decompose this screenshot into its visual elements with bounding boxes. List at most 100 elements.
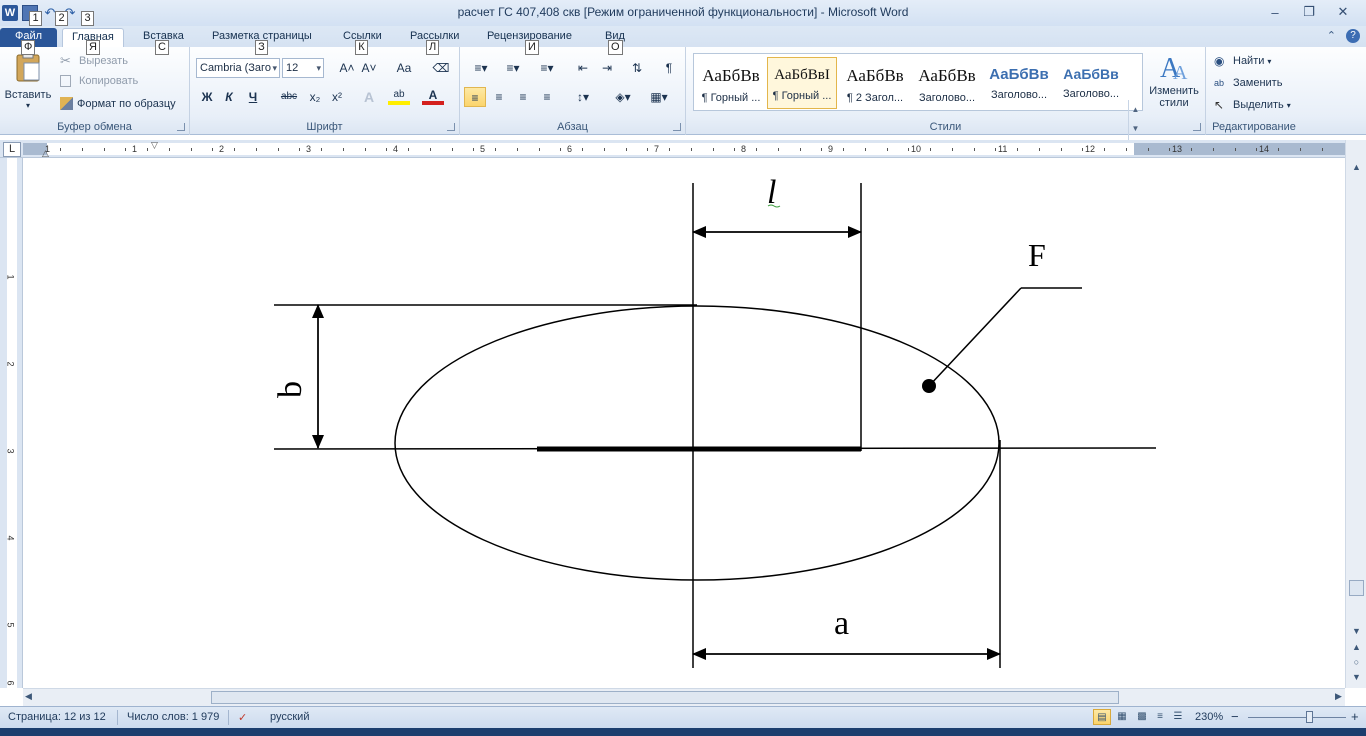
cut-button[interactable]: ✂ Вырезать [60, 53, 128, 69]
word-count-status[interactable]: Число слов: 1 979 [127, 711, 219, 723]
ruler-tick [778, 148, 779, 151]
first-line-indent-marker[interactable]: ▽ [151, 140, 158, 151]
style-item[interactable]: АаБбВв ¶ 2 Загол... [840, 57, 910, 109]
font-name-combo[interactable]: Cambria (Заго [196, 58, 280, 78]
horizontal-scrollbar[interactable]: ◀ ▶ [23, 688, 1345, 706]
format-painter-button[interactable]: Формат по образцу [60, 97, 176, 110]
align-left-icon[interactable]: ≡ [464, 87, 486, 107]
justify-icon[interactable]: ≡ [536, 87, 558, 107]
scroll-left-icon[interactable]: ◀ [25, 691, 32, 702]
horizontal-scroll-thumb[interactable] [211, 691, 1119, 704]
language-status[interactable]: русский [270, 711, 309, 723]
align-right-icon[interactable]: ≡ [512, 87, 534, 107]
superscript-button[interactable]: x² [326, 87, 348, 107]
scroll-up-icon[interactable]: ▲ [1346, 162, 1366, 172]
italic-button[interactable]: К [218, 87, 240, 107]
paragraph-launcher-icon[interactable] [673, 123, 681, 131]
ruler-tick [647, 148, 648, 151]
ruler-tick [560, 148, 561, 151]
minimize-ribbon-icon[interactable]: ⌃ [1327, 29, 1336, 43]
paragraph-group: ≡▾ ≡▾ ≡▾ ⇤ ⇥ ⇅ ¶ ≡ ≡ ≡ ≡ ↕▾ ◈▾ ▦▾ Абзац [460, 47, 686, 135]
browse-object-icon[interactable]: ○ [1346, 657, 1366, 667]
previous-page-icon[interactable]: ▲ [1346, 642, 1366, 652]
ruler-tick [234, 148, 235, 151]
ruler-tick [539, 148, 540, 151]
sort-icon[interactable]: ⇅ [626, 58, 648, 78]
ruler-tick [930, 148, 931, 151]
ruler-number: 14 [1259, 144, 1270, 154]
print-layout-view-icon[interactable]: ▤ [1093, 709, 1111, 725]
numbering-icon[interactable]: ≡▾ [498, 58, 528, 78]
borders-icon[interactable]: ▦▾ [644, 87, 674, 107]
help-icon[interactable]: ? [1346, 29, 1360, 43]
proofing-icon[interactable]: ✓ [238, 711, 247, 724]
change-styles-button[interactable]: AA Изменить стили [1146, 51, 1202, 109]
copy-button[interactable]: Копировать [60, 75, 138, 87]
document-page[interactable]: l F a b [23, 158, 1345, 688]
font-launcher-icon[interactable] [447, 123, 455, 131]
multilevel-list-icon[interactable]: ≡▾ [532, 58, 562, 78]
zoom-out-button[interactable]: − [1231, 709, 1239, 724]
ruler-tick [191, 148, 192, 151]
minimize-button[interactable]: – [1258, 2, 1292, 22]
zoom-slider-track[interactable] [1248, 717, 1346, 718]
underline-button[interactable]: Ч [242, 87, 264, 107]
highlight-button[interactable]: ab [388, 87, 410, 105]
align-center-icon[interactable]: ≡ [488, 87, 510, 107]
grow-font-button[interactable]: A˄ [336, 58, 358, 78]
find-button[interactable]: ◉ Найти ▾ [1214, 53, 1271, 69]
font-size-combo[interactable]: 12 [282, 58, 324, 78]
window-controls: – ❐ ✕ [1258, 2, 1360, 22]
strikethrough-button[interactable]: abc [276, 87, 302, 107]
close-button[interactable]: ✕ [1326, 2, 1360, 22]
horizontal-ruler[interactable]: L 1 1 2 3 4 5 6 7 8 9 10 11 12 13 14 ▽ △… [0, 140, 1366, 158]
tab-selector[interactable]: L [3, 142, 21, 157]
line-spacing-icon[interactable]: ↕▾ [568, 87, 598, 107]
clear-formatting-icon[interactable]: ⌫ [430, 58, 452, 78]
style-item[interactable]: АаБбВв Заголово... [1056, 57, 1126, 109]
scroll-right-icon[interactable]: ▶ [1335, 691, 1342, 702]
shading-icon[interactable]: ◈▾ [608, 87, 638, 107]
editing-group: ◉ Найти ▾ ab Заменить ↖ Выделить ▾ Редак… [1206, 47, 1302, 135]
keytip-file: Ф [21, 40, 36, 55]
next-page-icon[interactable]: ▼ [1346, 672, 1366, 682]
style-item[interactable]: АаБбВв ¶ Горный ... [696, 57, 766, 109]
show-formatting-button[interactable]: ¶ [658, 58, 680, 78]
zoom-in-button[interactable]: + [1351, 709, 1359, 724]
paragraph-group-label: Абзац [557, 121, 588, 133]
select-button[interactable]: ↖ Выделить ▾ [1214, 97, 1291, 113]
decrease-indent-icon[interactable]: ⇤ [572, 58, 594, 78]
vertical-ruler[interactable]: 1 2 3 4 5 6 [0, 158, 23, 688]
restore-button[interactable]: ❐ [1292, 2, 1326, 22]
styles-launcher-icon[interactable] [1193, 123, 1201, 131]
vertical-scroll-thumb[interactable] [1349, 580, 1364, 596]
zoom-level[interactable]: 230% [1195, 711, 1223, 723]
chevron-down-icon[interactable]: ▼ [1129, 119, 1142, 138]
clipboard-launcher-icon[interactable] [177, 123, 185, 131]
page-count-status[interactable]: Страница: 12 из 12 [8, 711, 106, 723]
text-effects-button[interactable]: A [358, 87, 380, 107]
ellipse-drawing[interactable]: l F a b [23, 158, 1345, 688]
paste-button[interactable]: Вставить ▾ [4, 51, 52, 113]
bold-button[interactable]: Ж [196, 87, 218, 107]
increase-indent-icon[interactable]: ⇥ [596, 58, 618, 78]
change-case-button[interactable]: Aa [390, 58, 418, 78]
style-name: ¶ Горный ... [772, 90, 832, 102]
subscript-button[interactable]: x₂ [304, 87, 326, 107]
bullets-icon[interactable]: ≡▾ [466, 58, 496, 78]
draft-view-icon[interactable]: ☰ [1169, 709, 1187, 725]
shrink-font-button[interactable]: A˅ [358, 58, 380, 78]
vertical-scrollbar[interactable]: ▲ ▼ ▲ ○ ▼ [1345, 140, 1366, 688]
web-layout-view-icon[interactable]: ▩ [1133, 709, 1151, 725]
style-item[interactable]: АаБбВв Заголово... [984, 57, 1054, 109]
zoom-slider-thumb[interactable] [1306, 711, 1313, 723]
replace-button[interactable]: ab Заменить [1214, 75, 1282, 91]
outline-view-icon[interactable]: ≡ [1151, 709, 1169, 725]
scroll-down-icon[interactable]: ▼ [1346, 626, 1366, 636]
font-color-button[interactable]: A [422, 87, 444, 105]
full-screen-reading-view-icon[interactable]: ▦ [1113, 709, 1131, 725]
style-item-selected[interactable]: АаБбВвI ¶ Горный ... [767, 57, 837, 109]
style-item[interactable]: АаБбВв Заголово... [912, 57, 982, 109]
chevron-up-icon[interactable]: ▲ [1129, 100, 1142, 119]
keytip-layout: З [255, 40, 268, 55]
